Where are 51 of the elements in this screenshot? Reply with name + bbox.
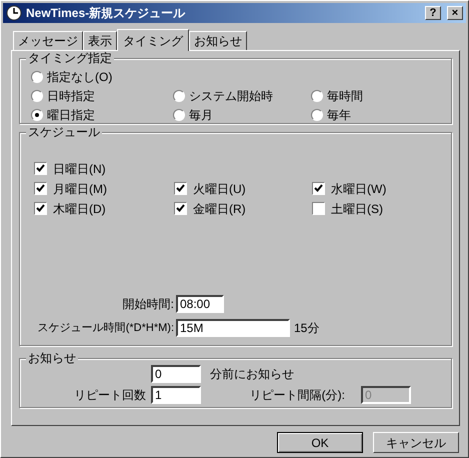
- group-title: スケジュール: [26, 125, 102, 139]
- radio-button[interactable]: [173, 108, 185, 120]
- checkbox-label: 土曜日(S): [331, 200, 383, 218]
- tab[interactable]: 表示: [83, 31, 117, 50]
- start-time-field[interactable]: 08:00: [176, 295, 224, 313]
- checkbox-label: 火曜日(U): [193, 180, 246, 198]
- window-title: NewTimes-新規スケジュール: [26, 5, 186, 22]
- field-label: スケジュール時間(*D*H*M):: [36, 320, 175, 336]
- radio-label: 日時指定: [47, 88, 95, 104]
- clock-icon: [6, 5, 22, 21]
- checkbox-label: 月曜日(M): [53, 180, 107, 198]
- checkbox[interactable]: [312, 182, 325, 195]
- checkbox-label: 木曜日(D): [53, 200, 106, 218]
- checkbox[interactable]: [34, 162, 47, 175]
- ok-button[interactable]: OK: [277, 432, 363, 453]
- checkbox[interactable]: [312, 202, 325, 215]
- checkbox[interactable]: [174, 182, 187, 195]
- radio-label: 毎時間: [327, 88, 363, 104]
- radio-button[interactable]: [31, 108, 43, 120]
- schedule-note: 15分: [294, 320, 320, 337]
- group-title: タイミング指定: [26, 51, 114, 65]
- field-label: 開始時間:: [122, 296, 175, 313]
- radio-label: 毎年: [327, 106, 351, 124]
- schedule-time-field[interactable]: 15M: [176, 319, 290, 337]
- group-title: お知らせ: [26, 351, 78, 365]
- radio-button[interactable]: [31, 90, 43, 102]
- tab[interactable]: メッセージ: [13, 31, 83, 50]
- field-label: リピート間隔(分):: [248, 387, 346, 404]
- radio-button[interactable]: [311, 108, 323, 120]
- checkbox[interactable]: [34, 182, 47, 195]
- close-button[interactable]: ×: [447, 6, 463, 20]
- tab[interactable]: お知らせ: [189, 31, 247, 50]
- radio-button[interactable]: [173, 90, 185, 102]
- checkbox[interactable]: [34, 202, 47, 215]
- radio-button[interactable]: [31, 70, 43, 82]
- radio-label: 毎月: [189, 106, 213, 124]
- minutes-before-field[interactable]: 0: [151, 365, 201, 383]
- field-label: 分前にお知らせ: [210, 366, 294, 383]
- radio-label: システム開始時: [189, 88, 273, 104]
- tab[interactable]: タイミング: [117, 29, 189, 51]
- checkbox-label: 日曜日(N): [53, 160, 106, 178]
- radio-button[interactable]: [311, 90, 323, 102]
- field-label: リピート回数: [73, 387, 147, 404]
- repeat-count-field[interactable]: 1: [151, 386, 201, 404]
- radio-label: 指定なし(O): [47, 68, 112, 86]
- checkbox-label: 金曜日(R): [193, 200, 246, 218]
- checkbox[interactable]: [174, 202, 187, 215]
- cancel-button[interactable]: キャンセル: [373, 432, 459, 453]
- radio-label: 曜日指定: [47, 106, 95, 124]
- help-button[interactable]: ?: [425, 6, 441, 20]
- checkbox-label: 水曜日(W): [331, 180, 386, 198]
